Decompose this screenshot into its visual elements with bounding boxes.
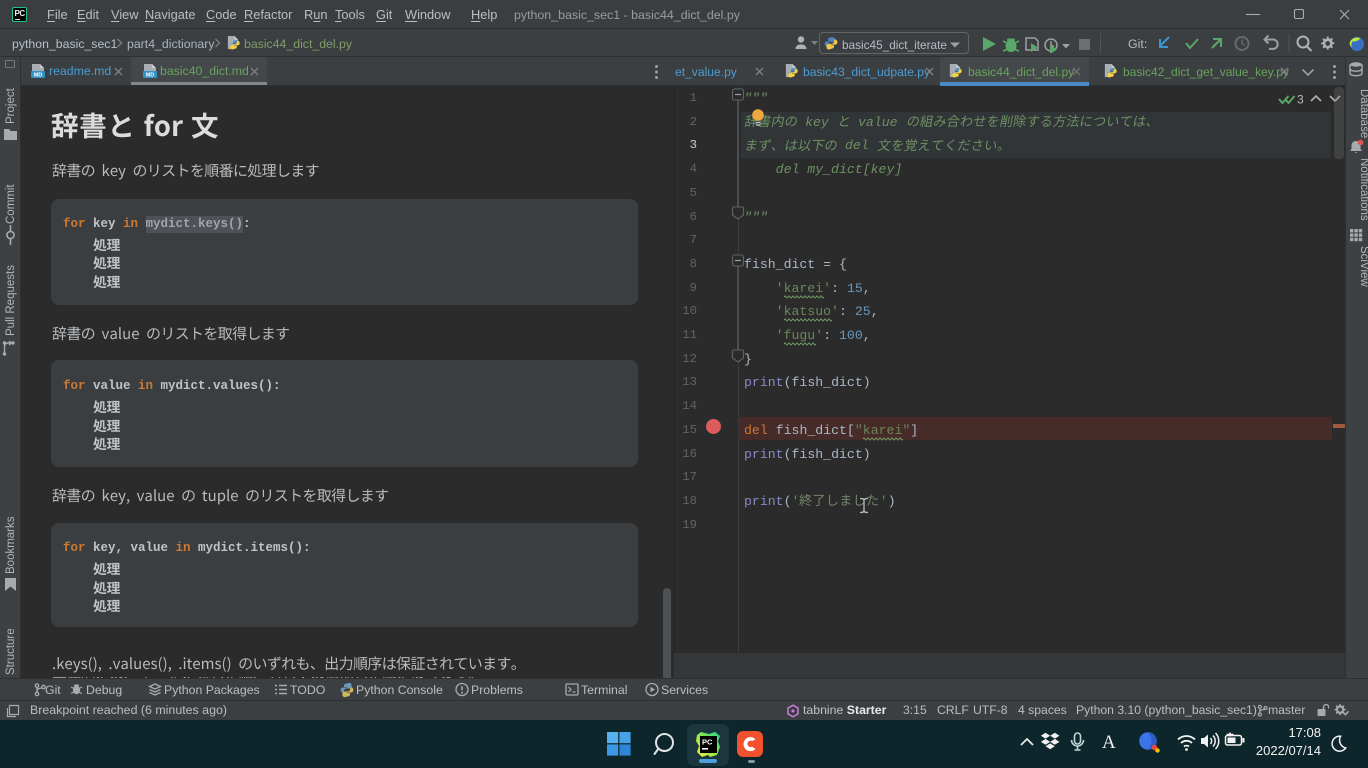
svg-text:3: 3 xyxy=(1297,93,1304,107)
svg-text:Structure: Structure xyxy=(5,628,17,675)
svg-text:SciView: SciView xyxy=(1358,246,1368,287)
svg-text:MD: MD xyxy=(146,73,155,79)
svg-text:Project: Project xyxy=(5,87,17,124)
svg-text:Database: Database xyxy=(1358,89,1368,138)
svg-text:Commit: Commit xyxy=(5,184,17,224)
svg-text:Pull Requests: Pull Requests xyxy=(5,265,17,336)
svg-text:MD: MD xyxy=(34,73,43,79)
svg-text:Bookmarks: Bookmarks xyxy=(5,516,17,574)
svg-text:Notifications: Notifications xyxy=(1358,158,1368,221)
svg-text:A: A xyxy=(1102,732,1116,753)
svg-text:PC: PC xyxy=(702,738,713,747)
